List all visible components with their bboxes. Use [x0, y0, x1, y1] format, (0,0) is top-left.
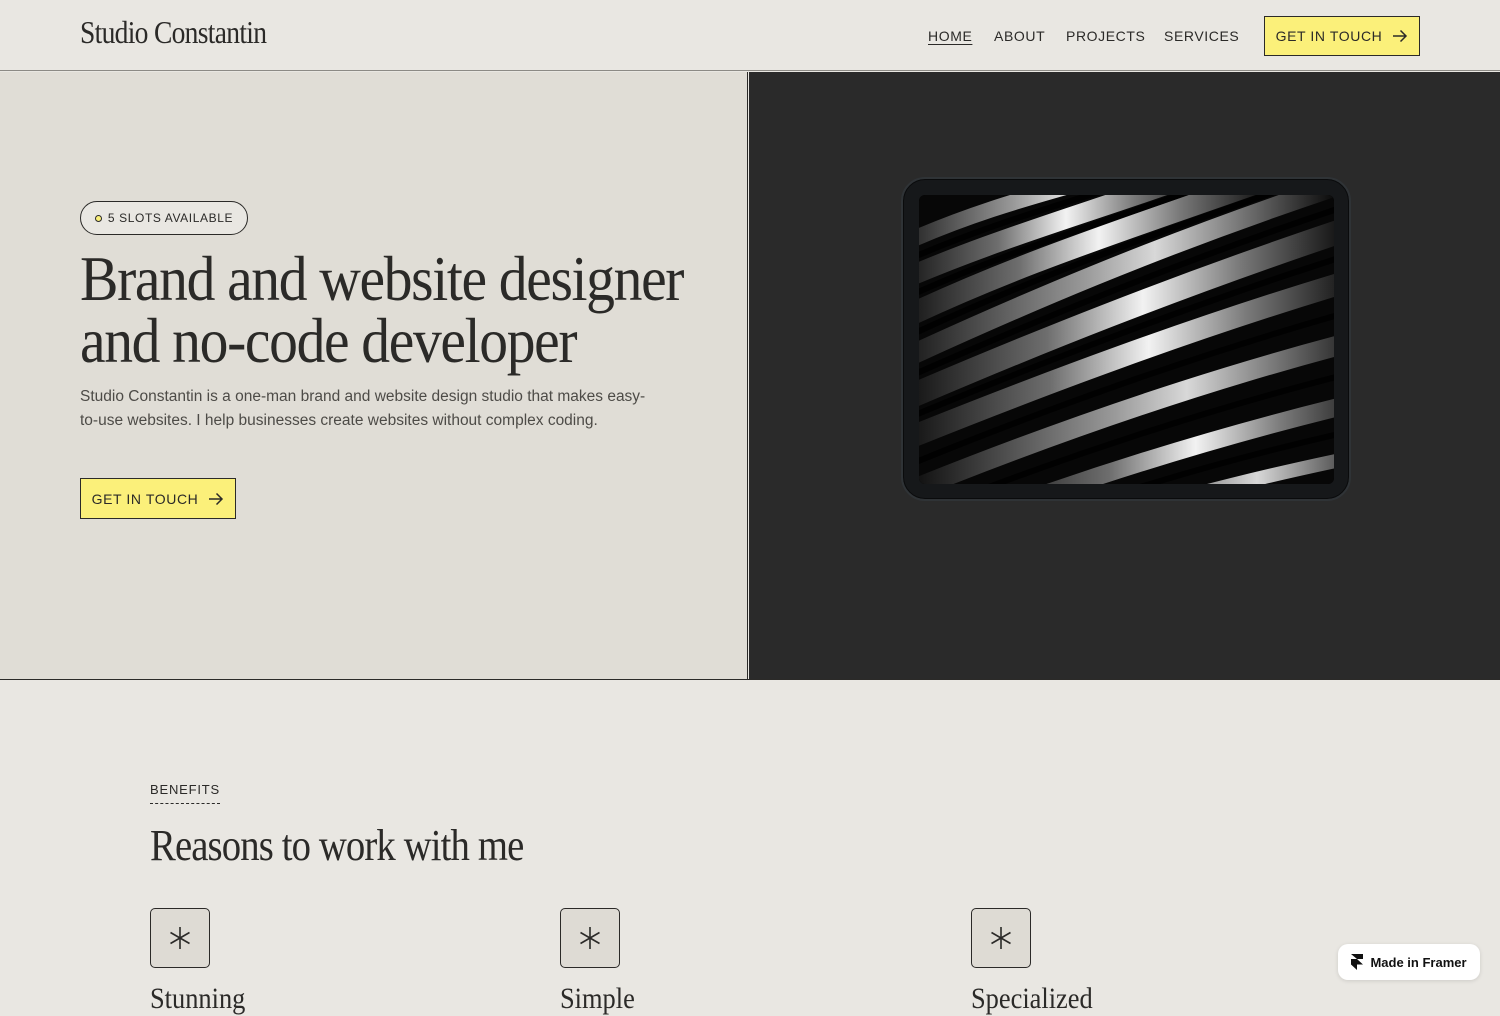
asterisk-icon [971, 908, 1031, 968]
asterisk-icon [560, 908, 620, 968]
nav-about[interactable]: ABOUT [994, 28, 1045, 44]
tablet-mockup [901, 177, 1351, 501]
benefits-title: Reasons to work with me [150, 821, 524, 870]
hero-title: Brand and website designer and no-code d… [80, 243, 710, 376]
nav-home[interactable]: HOME [928, 28, 972, 44]
hero-get-in-touch-button[interactable]: GET IN TOUCH [80, 478, 236, 519]
hero-description: Studio Constantin is a one-man brand and… [80, 388, 646, 429]
asterisk-icon [150, 908, 210, 968]
framer-badge-label: Made in Framer [1370, 954, 1467, 970]
tablet-screen-image [919, 195, 1334, 484]
nav-projects[interactable]: PROJECTS [1066, 28, 1145, 44]
benefit-title-simple: Simple [560, 982, 635, 1015]
benefits-eyebrow: BENEFITS [150, 782, 220, 804]
hero-title-line-2: and no-code developer [80, 305, 578, 376]
made-in-framer-badge[interactable]: Made in Framer [1338, 944, 1480, 980]
arrow-right-icon [1393, 29, 1408, 43]
benefit-title-stunning: Stunning [150, 982, 246, 1015]
benefit-title-specialized: Specialized [971, 982, 1093, 1015]
hero-title-line-1: Brand and website designer [80, 243, 684, 314]
arrow-right-icon [209, 492, 224, 505]
status-dot-icon [94, 214, 102, 222]
slots-available-badge: 5 SLOTS AVAILABLE [80, 201, 248, 235]
badge-label: 5 SLOTS AVAILABLE [107, 211, 234, 225]
hero-cta-label: GET IN TOUCH [91, 490, 199, 507]
header-cta-label: GET IN TOUCH [1275, 28, 1383, 44]
site-logo[interactable]: Studio Constantin [80, 14, 267, 51]
section-divider [0, 679, 1500, 680]
header-get-in-touch-button[interactable]: GET IN TOUCH [1264, 16, 1420, 56]
framer-logo-icon [1351, 954, 1364, 970]
site-header: Studio Constantin HOME ABOUT PROJECTS SE… [0, 0, 1500, 71]
abstract-curves-image [919, 195, 1334, 484]
nav-services[interactable]: SERVICES [1164, 28, 1239, 44]
